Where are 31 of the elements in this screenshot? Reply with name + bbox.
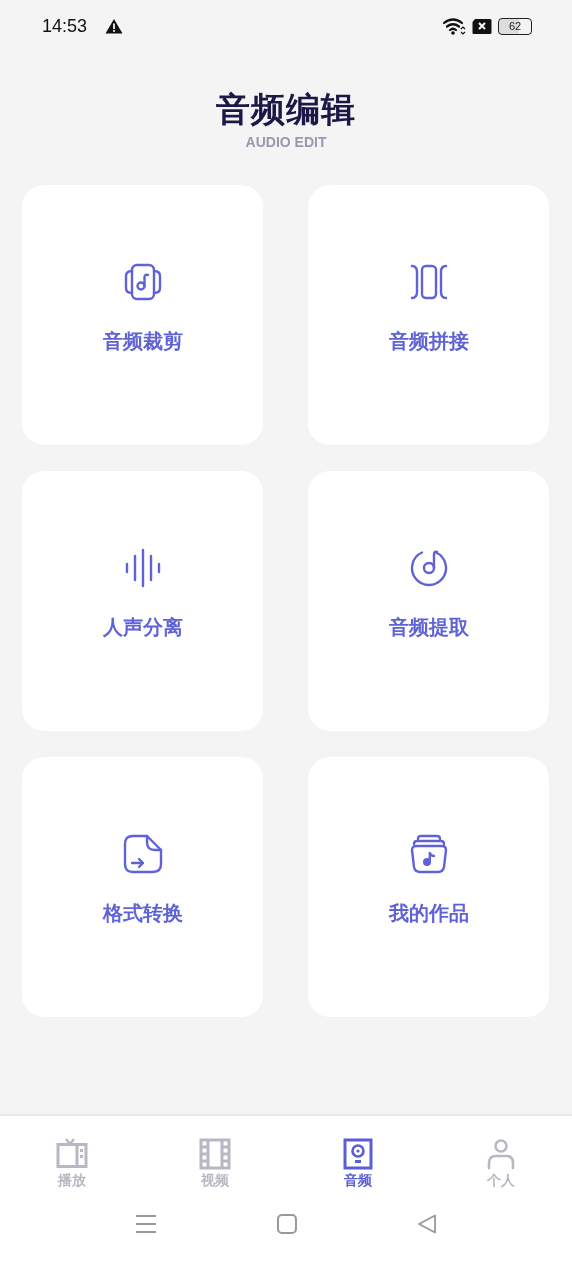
tool-card[interactable]: 格式转换 — [22, 757, 263, 1017]
sim-card-icon — [472, 18, 492, 34]
file-arrow-icon — [122, 834, 163, 874]
tool-label: 人声分离 — [102, 614, 183, 641]
home-icon[interactable] — [277, 1214, 297, 1234]
speaker-icon — [341, 1138, 374, 1170]
back-icon[interactable] — [417, 1214, 437, 1234]
brackets-icon — [408, 262, 449, 302]
tool-label: 音频提取 — [388, 614, 469, 641]
music-album-icon — [408, 834, 449, 874]
menu-icon[interactable] — [135, 1214, 157, 1234]
tool-label: 我的作品 — [388, 900, 469, 927]
tool-card[interactable]: 人声分离 — [22, 471, 263, 731]
tool-label: 音频拼接 — [388, 328, 469, 355]
tool-card[interactable]: 音频裁剪 — [22, 185, 263, 445]
music-disc-icon — [408, 548, 449, 588]
tool-card[interactable]: 音频提取 — [308, 471, 549, 731]
tool-card[interactable]: 我的作品 — [308, 757, 549, 1017]
wifi-icon — [442, 17, 466, 35]
tool-label: 音频裁剪 — [102, 328, 183, 355]
tv-icon — [55, 1138, 88, 1170]
tool-label: 格式转换 — [102, 900, 183, 927]
nav-tab[interactable]: 音频 — [286, 1116, 429, 1214]
page-subtitle: AUDIO EDIT — [245, 134, 327, 150]
page-title: 音频编辑 — [216, 88, 356, 131]
warning-icon — [105, 18, 124, 34]
film-icon — [198, 1138, 231, 1170]
clock-time: 14:53 — [42, 15, 88, 37]
tool-card[interactable]: 音频拼接 — [308, 185, 549, 445]
battery-level: 62 — [508, 20, 522, 32]
music-card-icon — [122, 262, 163, 302]
